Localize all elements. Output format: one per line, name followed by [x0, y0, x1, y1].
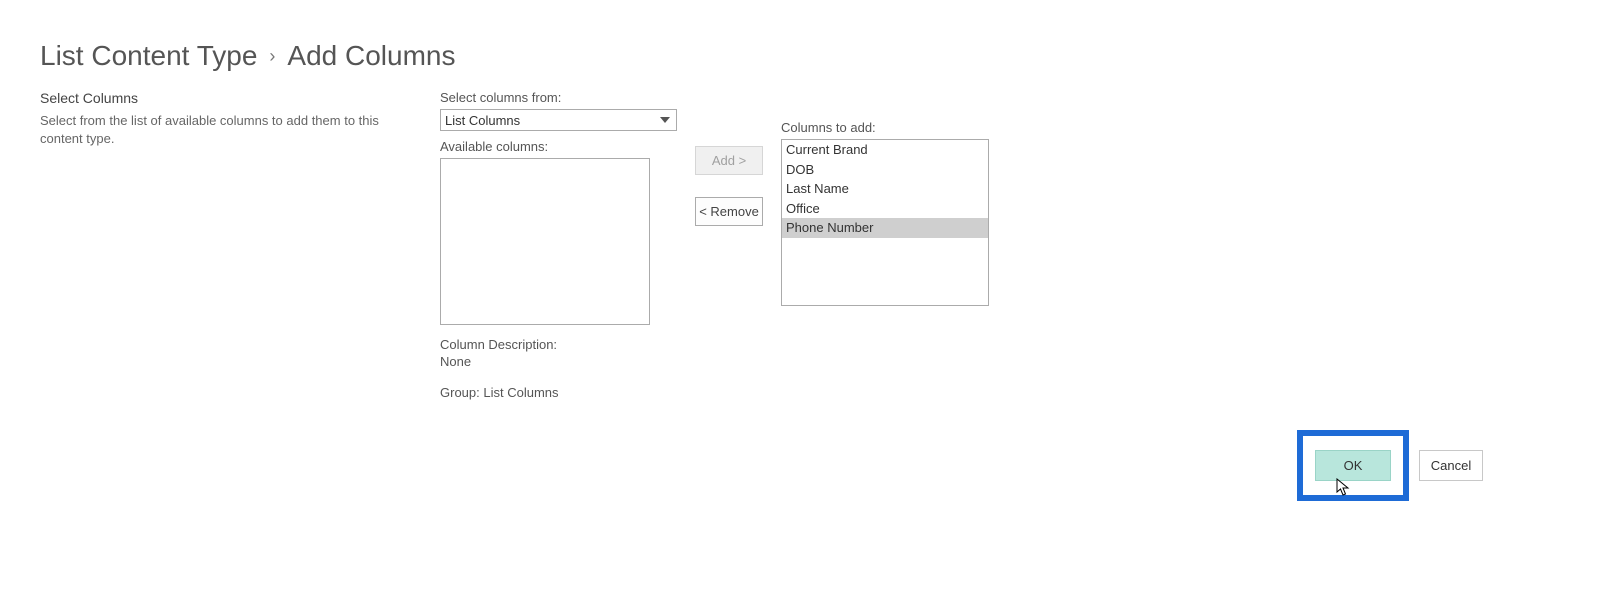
section-description: Select from the list of available column… — [40, 112, 420, 148]
add-button: Add > — [695, 146, 763, 175]
remove-button[interactable]: < Remove — [695, 197, 763, 226]
section-title: Select Columns — [40, 90, 420, 106]
group-value: List Columns — [483, 385, 558, 400]
ok-button-highlight: OK — [1297, 430, 1409, 501]
list-item[interactable]: Current Brand — [782, 140, 988, 160]
chevron-down-icon — [660, 117, 670, 123]
list-item[interactable]: Last Name — [782, 179, 988, 199]
available-columns-label: Available columns: — [440, 139, 677, 154]
breadcrumb-parent[interactable]: List Content Type — [40, 40, 257, 72]
breadcrumb-separator-icon: › — [269, 46, 275, 67]
columns-to-add-label: Columns to add: — [781, 120, 989, 135]
ok-button[interactable]: OK — [1315, 450, 1391, 481]
breadcrumb-current: Add Columns — [287, 40, 455, 72]
select-columns-from-dropdown[interactable]: List Columns — [440, 109, 677, 131]
column-description-label: Column Description: — [440, 337, 677, 352]
column-description-value: None — [440, 354, 677, 369]
list-item[interactable]: Phone Number — [782, 218, 988, 238]
list-item[interactable]: DOB — [782, 160, 988, 180]
columns-to-add-listbox[interactable]: Current BrandDOBLast NameOfficePhone Num… — [781, 139, 989, 306]
group-label: Group: — [440, 385, 480, 400]
select-from-label: Select columns from: — [440, 90, 677, 105]
breadcrumb: List Content Type › Add Columns — [40, 40, 1560, 72]
list-item[interactable]: Office — [782, 199, 988, 219]
available-columns-listbox[interactable] — [440, 158, 650, 325]
cancel-button[interactable]: Cancel — [1419, 450, 1483, 481]
select-columns-from-value: List Columns — [445, 113, 520, 128]
